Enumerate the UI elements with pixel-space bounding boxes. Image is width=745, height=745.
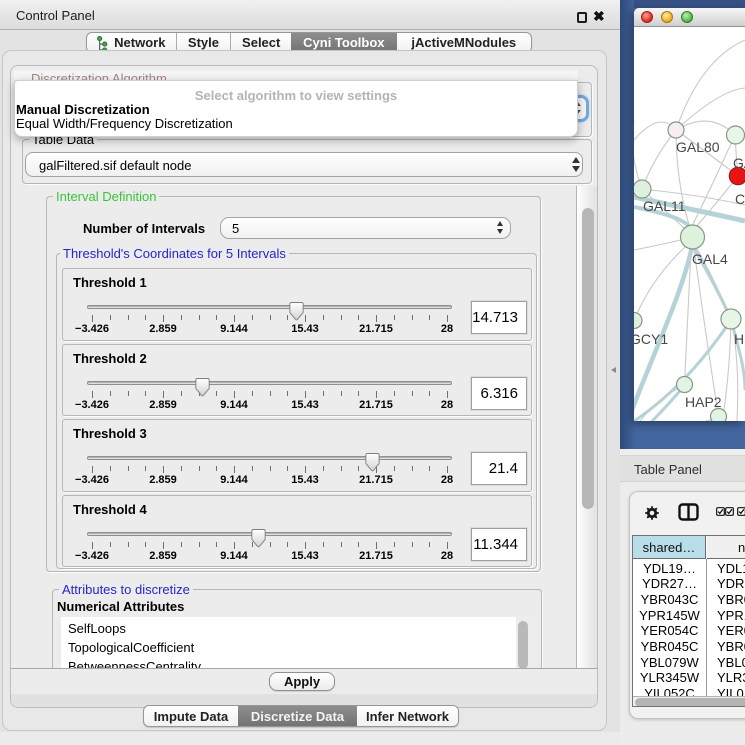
svg-text:GAL11: GAL11 [643,198,686,214]
svg-text:GCY1: GCY1 [634,331,668,347]
svg-text:H: H [734,331,744,347]
svg-text:GA: GA [733,155,745,171]
svg-text:C: C [735,191,745,207]
svg-text:HAP2: HAP2 [685,394,722,410]
svg-text:GAL4: GAL4 [692,251,728,267]
svg-text:GAL80: GAL80 [676,139,720,155]
